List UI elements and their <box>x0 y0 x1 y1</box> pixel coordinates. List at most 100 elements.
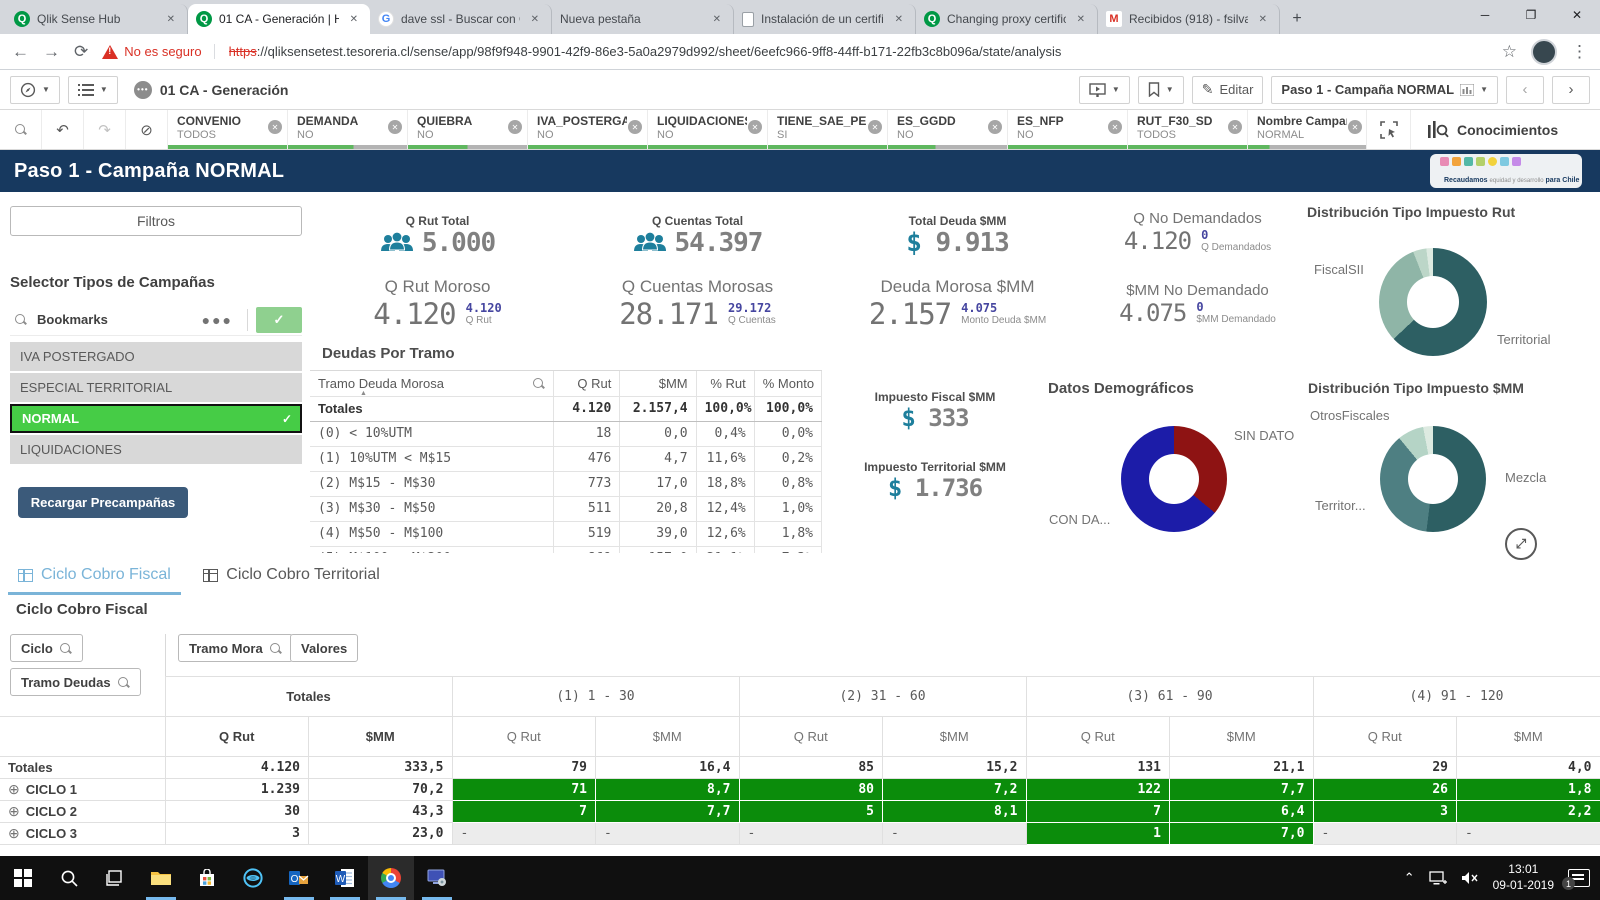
pivot-group-header[interactable]: (4) 91 - 120 <box>1313 677 1600 717</box>
search-icon[interactable] <box>14 313 27 326</box>
minimize-button[interactable]: ─ <box>1462 0 1508 30</box>
deudas-col-qrut[interactable]: Q Rut <box>554 371 620 396</box>
taskbar-search-button[interactable] <box>46 856 92 900</box>
clear-selections-icon[interactable]: ⊘ <box>126 110 168 149</box>
tab-close-icon[interactable]: ✕ <box>1073 12 1089 27</box>
pivot-cell[interactable]: - <box>1457 823 1600 845</box>
pivot-subheader[interactable]: Q Rut <box>165 717 309 757</box>
network-icon[interactable] <box>1429 871 1447 885</box>
selection-chip[interactable]: RUT_F30_SDTODOS✕ <box>1128 110 1248 149</box>
selection-chip[interactable]: DEMANDANO✕ <box>288 110 408 149</box>
table-row[interactable]: (2) M$15 - M$3077317,018,8%0,8% <box>310 471 822 496</box>
selection-chip[interactable]: ES_NFPNO✕ <box>1008 110 1128 149</box>
campaign-item-selected[interactable]: NORMAL✓ <box>10 404 302 433</box>
search-icon[interactable] <box>269 642 282 655</box>
pivot-cell[interactable]: 7,7 <box>1170 779 1314 801</box>
expand-icon[interactable]: ⤢ <box>1505 528 1537 560</box>
smart-search-icon[interactable] <box>0 110 42 149</box>
selection-chip[interactable]: TIENE_SAE_PER...SI✕ <box>768 110 888 149</box>
avatar[interactable] <box>1531 39 1557 65</box>
pivot-row[interactable]: ⊕CICLO 23043,377,758,176,432,2 <box>0 801 1600 823</box>
app-navigation-button[interactable]: ▼ <box>10 76 60 104</box>
browser-tab[interactable]: QQlik Sense Hub✕ <box>6 4 188 34</box>
browser-tab[interactable]: Q01 CA - Generación | Hoj✕ <box>188 4 370 34</box>
tab-ciclo-cobro-territorial[interactable]: Ciclo Cobro Territorial <box>193 560 390 592</box>
pivot-cell[interactable]: 131 <box>1026 757 1170 779</box>
kpi-q-rut-moroso[interactable]: Q Rut Moroso 4.1204.120Q Rut <box>330 277 545 331</box>
chip-clear-icon[interactable]: ✕ <box>1348 120 1362 134</box>
pivot-cell[interactable]: 7 <box>1026 801 1170 823</box>
task-view-button[interactable] <box>92 856 138 900</box>
tab-close-icon[interactable]: ✕ <box>163 12 179 27</box>
kpi-q-cuentas-total[interactable]: Q Cuentas Total 54.397 <box>590 214 805 258</box>
tab-close-icon[interactable]: ✕ <box>527 12 543 27</box>
next-sheet-button[interactable]: › <box>1552 76 1590 104</box>
kpi-impuesto-fiscal[interactable]: Impuesto Fiscal $MM $ 333 <box>830 390 1040 432</box>
outlook-button[interactable]: O <box>276 856 322 900</box>
kpi-q-cuentas-morosas[interactable]: Q Cuentas Morosas 28.17129.172Q Cuentas <box>590 277 805 331</box>
ciclo-dimension-button[interactable]: Ciclo <box>10 634 83 662</box>
tab-close-icon[interactable]: ✕ <box>709 12 725 27</box>
valores-button[interactable]: Valores <box>290 634 358 662</box>
pivot-group-header[interactable]: Totales <box>165 677 452 717</box>
pivot-cell[interactable]: 21,1 <box>1170 757 1314 779</box>
donut-rut-label-fiscalsii[interactable]: FiscalSII <box>1314 262 1364 277</box>
campaign-item[interactable]: ESPECIAL TERRITORIAL <box>10 373 302 402</box>
confirm-selection-button[interactable]: ✓ <box>256 307 302 333</box>
back-icon[interactable]: ← <box>12 42 29 62</box>
kpi-total-deuda[interactable]: Total Deuda $MM $ 9.913 <box>850 214 1065 258</box>
pivot-cell[interactable]: 122 <box>1026 779 1170 801</box>
chip-clear-icon[interactable]: ✕ <box>508 120 522 134</box>
sheet-list-button[interactable]: ▼ <box>68 76 118 104</box>
storytelling-button[interactable]: ▼ <box>1079 76 1130 104</box>
pivot-cell[interactable]: 30 <box>165 801 309 823</box>
chrome-button[interactable] <box>368 856 414 900</box>
pivot-cell[interactable]: 43,3 <box>309 801 453 823</box>
donut-rut-label-territorial[interactable]: Territorial <box>1497 332 1550 347</box>
table-row[interactable]: (5) M$100 - M$200869157,021,1%7,3% <box>310 546 822 553</box>
campaign-item[interactable]: IVA POSTERGADO <box>10 342 302 371</box>
table-row[interactable]: (1) 10%UTM < M$154764,711,6%0,2% <box>310 446 822 471</box>
kpi-impuesto-territorial[interactable]: Impuesto Territorial $MM $ 1.736 <box>830 460 1040 502</box>
chip-clear-icon[interactable]: ✕ <box>1108 120 1122 134</box>
table-row[interactable]: (4) M$50 - M$10051939,012,6%1,8% <box>310 521 822 546</box>
expand-plus-icon[interactable]: ⊕ <box>8 825 20 841</box>
filters-button[interactable]: Filtros <box>10 206 302 236</box>
pivot-cell[interactable]: 1 <box>1026 823 1170 845</box>
pivot-cell[interactable]: 15,2 <box>883 757 1027 779</box>
more-options-icon[interactable]: ●●● <box>202 312 233 328</box>
selection-chip[interactable]: IVA_POSTERGA...NO✕ <box>528 110 648 149</box>
remote-desktop-button[interactable] <box>414 856 460 900</box>
donut-impuesto-mm[interactable] <box>1380 426 1486 532</box>
donut-mm-label-mezcla[interactable]: Mezcla <box>1505 470 1546 485</box>
pivot-cell[interactable]: 1,8 <box>1457 779 1600 801</box>
search-icon[interactable] <box>532 377 545 390</box>
expand-plus-icon[interactable]: ⊕ <box>8 781 20 797</box>
word-button[interactable]: W <box>322 856 368 900</box>
pivot-row[interactable]: ⊕CICLO 3323,0----17,0-- <box>0 823 1600 845</box>
tab-close-icon[interactable]: ✕ <box>346 12 362 27</box>
deudas-col-prut[interactable]: % Rut <box>696 371 754 396</box>
pivot-cell[interactable]: 7,0 <box>1170 823 1314 845</box>
bookmarks-button[interactable]: ▼ <box>1138 76 1184 104</box>
pivot-cell[interactable]: 80 <box>739 779 883 801</box>
step-back-icon[interactable]: ↶ <box>42 110 84 149</box>
pivot-cell[interactable]: 29 <box>1313 757 1457 779</box>
reload-icon[interactable]: ⟳ <box>74 42 88 62</box>
url-text[interactable]: https://qliksensetest.tesoreria.cl/sense… <box>229 44 1488 59</box>
pivot-cell[interactable]: 79 <box>452 757 596 779</box>
security-warning[interactable]: No es seguro <box>102 44 214 59</box>
bookmark-star-icon[interactable]: ☆ <box>1502 42 1517 62</box>
pivot-cell[interactable]: 8,7 <box>596 779 740 801</box>
pivot-cell[interactable]: 1.239 <box>165 779 309 801</box>
table-row-totals[interactable]: Totales4.1202.157,4100,0%100,0% <box>310 396 822 421</box>
pivot-cell[interactable]: 333,5 <box>309 757 453 779</box>
pivot-group-header[interactable]: (2) 31 - 60 <box>739 677 1026 717</box>
selection-chip[interactable]: QUIEBRANO✕ <box>408 110 528 149</box>
donut-demo-label-condato[interactable]: CON DA... <box>1049 512 1110 527</box>
edit-button[interactable]: ✎ Editar <box>1192 76 1264 104</box>
pivot-cell[interactable]: 7,7 <box>596 801 740 823</box>
pivot-subheader[interactable]: Q Rut <box>452 717 596 757</box>
pivot-cell[interactable]: 4,0 <box>1457 757 1600 779</box>
pivot-cell[interactable]: 3 <box>1313 801 1457 823</box>
